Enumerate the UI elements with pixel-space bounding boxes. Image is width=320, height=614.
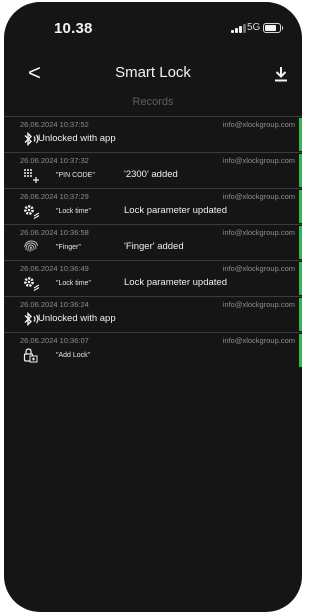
record-row[interactable]: 26.06.2024 10:37:52 info@xlockgroup.com Un… (4, 116, 302, 152)
record-parameter: "Add Lock" (56, 352, 91, 359)
record-row[interactable]: 26.06.2024 10:36:24 info@xlockgroup.com Un… (4, 296, 302, 332)
network-label: 5G (247, 22, 261, 33)
record-email: info@xlockgroup.com (222, 192, 295, 201)
download-icon[interactable] (274, 66, 288, 82)
record-email: info@xlockgroup.com (222, 336, 295, 345)
status-bar: 10.38 5G (4, 2, 302, 58)
record-timestamp: 26.06.2024 10:36:49 (20, 264, 89, 273)
record-row[interactable]: 26.06.2024 10:36:49 info@xlockgroup.com "L… (4, 260, 302, 296)
record-message: Lock parameter updated (124, 205, 227, 216)
record-email: info@xlockgroup.com (222, 120, 295, 129)
fingerprint-icon (23, 240, 41, 255)
record-accent-bar (299, 190, 302, 223)
record-accent-bar (299, 334, 302, 367)
record-timestamp: 26.06.2024 10:36:07 (20, 336, 89, 345)
record-parameter: "Lock time" (56, 208, 91, 215)
record-message: Lock parameter updated (124, 277, 227, 288)
signal-icon (231, 24, 246, 33)
record-row[interactable]: 26.06.2024 10:37:29 info@xlockgroup.com "L… (4, 188, 302, 224)
record-email: info@xlockgroup.com (222, 300, 295, 309)
record-accent-bar (299, 154, 302, 187)
record-parameter: "PIN CODE" (56, 172, 95, 179)
section-title: Records (132, 96, 174, 108)
record-accent-bar (299, 118, 302, 151)
record-message: Unlocked with app (38, 313, 116, 324)
record-timestamp: 26.06.2024 10:36:58 (20, 228, 89, 237)
page-title: Smart Lock (115, 64, 191, 81)
record-message: 'Finger' added (124, 241, 184, 252)
record-email: info@xlockgroup.com (222, 228, 295, 237)
battery-icon (263, 23, 283, 33)
record-email: info@xlockgroup.com (222, 264, 295, 273)
record-parameter: "Finger" (56, 244, 81, 251)
settings-edit-icon (23, 276, 41, 291)
record-message: Unlocked with app (38, 133, 116, 144)
lock-add-icon (23, 348, 41, 363)
record-row[interactable]: 26.06.2024 10:37:32 info@xlockgroup.com "P… (4, 152, 302, 188)
record-timestamp: 26.06.2024 10:36:24 (20, 300, 89, 309)
app-header: < Smart Lock (4, 60, 302, 90)
record-message: '2300' added (124, 169, 178, 180)
record-accent-bar (299, 226, 302, 259)
settings-edit-icon (23, 204, 41, 219)
record-accent-bar (299, 262, 302, 295)
record-timestamp: 26.06.2024 10:37:32 (20, 156, 89, 165)
record-accent-bar (299, 298, 302, 331)
record-timestamp: 26.06.2024 10:37:29 (20, 192, 89, 201)
keypad-add-icon (23, 168, 41, 183)
record-parameter: "Lock time" (56, 280, 91, 287)
record-timestamp: 26.06.2024 10:37:52 (20, 120, 89, 129)
phone-screen: 10.38 5G < Smart Lock Records 26.06.2024… (4, 2, 302, 612)
record-row[interactable]: 26.06.2024 10:36:58 info@xlockgroup.com "F… (4, 224, 302, 260)
record-email: info@xlockgroup.com (222, 156, 295, 165)
record-row[interactable]: 26.06.2024 10:36:07 info@xlockgroup.com "A… (4, 332, 302, 368)
records-list: 26.06.2024 10:37:52 info@xlockgroup.com Un… (4, 116, 302, 368)
status-time: 10.38 (54, 20, 93, 37)
